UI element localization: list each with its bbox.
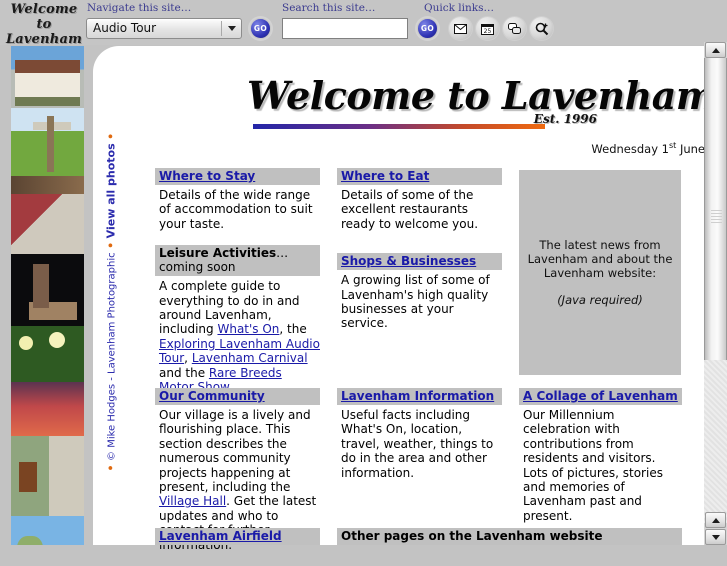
navigate-go-button[interactable]: GO: [250, 18, 271, 39]
where-to-eat-body: Details of some of the excellent restaur…: [341, 188, 479, 231]
magnifier-plus-glyph: [535, 22, 548, 35]
zoom-search-icon[interactable]: [530, 17, 553, 40]
bullet-2: •: [104, 241, 118, 249]
lavenham-information-body: Useful facts including What's On, locati…: [341, 408, 494, 480]
collage-body: Our Millennium celebration with contribu…: [523, 408, 663, 523]
carnival-link[interactable]: Lavenham Carnival: [192, 351, 308, 365]
photo-timber-houses[interactable]: [11, 46, 84, 108]
our-community-link[interactable]: Our Community: [159, 389, 265, 403]
leisure-activities-title: Leisure Activities: [159, 246, 277, 261]
scrollbar-grip: [711, 210, 722, 224]
svg-text:25: 25: [484, 28, 492, 35]
photo-horse-and-guildhall[interactable]: [11, 436, 84, 516]
collage-link[interactable]: A Collage of Lavenham: [523, 389, 678, 403]
calendar-glyph: 25: [481, 23, 494, 35]
applet-java-note: (Java required): [557, 293, 643, 307]
gradient-rule: [253, 124, 545, 129]
mail-icon[interactable]: [449, 17, 472, 40]
lavenham-information-header[interactable]: Lavenham Information: [337, 388, 502, 405]
date-month: June: [676, 141, 705, 156]
logo-line-2: Lavenham: [5, 32, 83, 47]
where-to-stay-header[interactable]: Where to Stay: [155, 168, 320, 185]
view-all-photos-link[interactable]: View all photos: [105, 143, 118, 238]
where-to-eat-link[interactable]: Where to Eat: [341, 169, 429, 183]
navigate-label: Navigate this site…: [87, 2, 192, 14]
site-logo[interactable]: Welcome to Lavenham: [4, 2, 84, 47]
leisure-activities-header: Leisure Activities… coming soon: [155, 245, 320, 277]
triangle-up-icon: [711, 47, 720, 53]
photo-copyright: © Mike Hodges - Lavenham Photographic: [106, 252, 118, 461]
leisure-activities-body: A complete guide to everything to do in …: [155, 279, 320, 394]
links-glyph: [507, 22, 521, 34]
leisure-text-4: and the: [159, 365, 209, 380]
information-section: Lavenham Information Useful facts includ…: [337, 388, 502, 494]
search-input[interactable]: [282, 18, 408, 39]
applet-message: The latest news from Lavenham and about …: [527, 238, 673, 280]
shops-businesses-link[interactable]: Shops & Businesses: [341, 254, 476, 268]
vertical-scrollbar[interactable]: [704, 42, 727, 545]
bullet-3: •: [104, 132, 118, 140]
quick-links-label: Quick links…: [424, 2, 495, 14]
column-left: Where to Stay Details of the wide range …: [155, 168, 320, 408]
navigate-site-dropdown[interactable]: Audio Tour: [86, 18, 242, 39]
news-applet-placeholder: The latest news from Lavenham and about …: [519, 170, 681, 375]
airfield-section: Lavenham Airfield: [155, 528, 320, 548]
leisure-text-2: , the: [279, 322, 307, 337]
date-day: Wednesday 1: [591, 141, 669, 156]
photo-church-tower-night[interactable]: [11, 254, 84, 326]
dropdown-divider: [221, 21, 222, 36]
photo-credit-text[interactable]: • © Mike Hodges - Lavenham Photographic …: [105, 42, 118, 472]
calendar-icon[interactable]: 25: [476, 17, 499, 40]
our-community-header[interactable]: Our Community: [155, 388, 320, 405]
scrollbar-trough[interactable]: [704, 360, 727, 523]
photo-strip[interactable]: [11, 46, 84, 545]
search-label: Search this site…: [282, 2, 376, 14]
lavenham-airfield-link[interactable]: Lavenham Airfield: [159, 529, 282, 543]
village-hall-link[interactable]: Village Hall: [159, 494, 226, 508]
bullet-1: •: [104, 464, 118, 472]
scroll-down-button-2[interactable]: [705, 529, 726, 545]
column-middle: Where to Eat Details of some of the exce…: [337, 168, 502, 345]
browser-page: Welcome to Lavenham Navigate this site… …: [0, 0, 727, 552]
whats-on-link[interactable]: What's On: [217, 322, 279, 336]
logo-line-1: Welcome to: [10, 2, 78, 32]
photo-village-sign[interactable]: [11, 516, 84, 545]
mail-glyph: [454, 23, 467, 34]
lavenham-information-link[interactable]: Lavenham Information: [341, 389, 494, 403]
scrollbar-thumb[interactable]: [704, 58, 727, 360]
scroll-up-button[interactable]: [705, 42, 726, 58]
scroll-down-button-1[interactable]: [705, 512, 726, 528]
links-icon[interactable]: [503, 17, 526, 40]
chevron-down-icon[interactable]: [223, 20, 240, 37]
other-pages-title: Other pages on the Lavenham website: [341, 529, 603, 543]
photo-sunset[interactable]: [11, 382, 84, 436]
current-date: Wednesday 1st June: [591, 141, 705, 156]
collage-section: A Collage of Lavenham Our Millennium cel…: [519, 388, 682, 537]
shops-businesses-body: A growing list of some of Lavenham's hig…: [341, 273, 490, 331]
triangle-down-icon: [711, 534, 720, 540]
community-text-1: Our village is a lively and flourishing …: [159, 408, 311, 495]
navigate-selected-value: Audio Tour: [93, 21, 157, 35]
where-to-eat-header[interactable]: Where to Eat: [337, 168, 502, 185]
masthead: Welcome to Lavenham Est. 1996: [247, 74, 716, 136]
other-pages-section: Other pages on the Lavenham website: [337, 528, 682, 548]
other-pages-header: Other pages on the Lavenham website: [337, 528, 682, 545]
photo-credit-strip: • © Mike Hodges - Lavenham Photographic …: [96, 50, 118, 480]
triangle-up-icon-2: [711, 517, 720, 523]
shops-businesses-header[interactable]: Shops & Businesses: [337, 253, 502, 271]
search-go-button[interactable]: GO: [417, 18, 438, 39]
photo-signpost[interactable]: [11, 108, 84, 176]
collage-header[interactable]: A Collage of Lavenham: [519, 388, 682, 405]
lavenham-airfield-header[interactable]: Lavenham Airfield: [155, 528, 320, 545]
photo-pink-cottage[interactable]: [11, 176, 84, 254]
where-to-stay-body: Details of the wide range of accommodati…: [159, 188, 313, 231]
where-to-stay-link[interactable]: Where to Stay: [159, 169, 255, 183]
photo-primroses[interactable]: [11, 326, 84, 382]
leisure-text-3: ,: [184, 351, 192, 366]
site-toolbar: Welcome to Lavenham Navigate this site… …: [0, 0, 727, 47]
